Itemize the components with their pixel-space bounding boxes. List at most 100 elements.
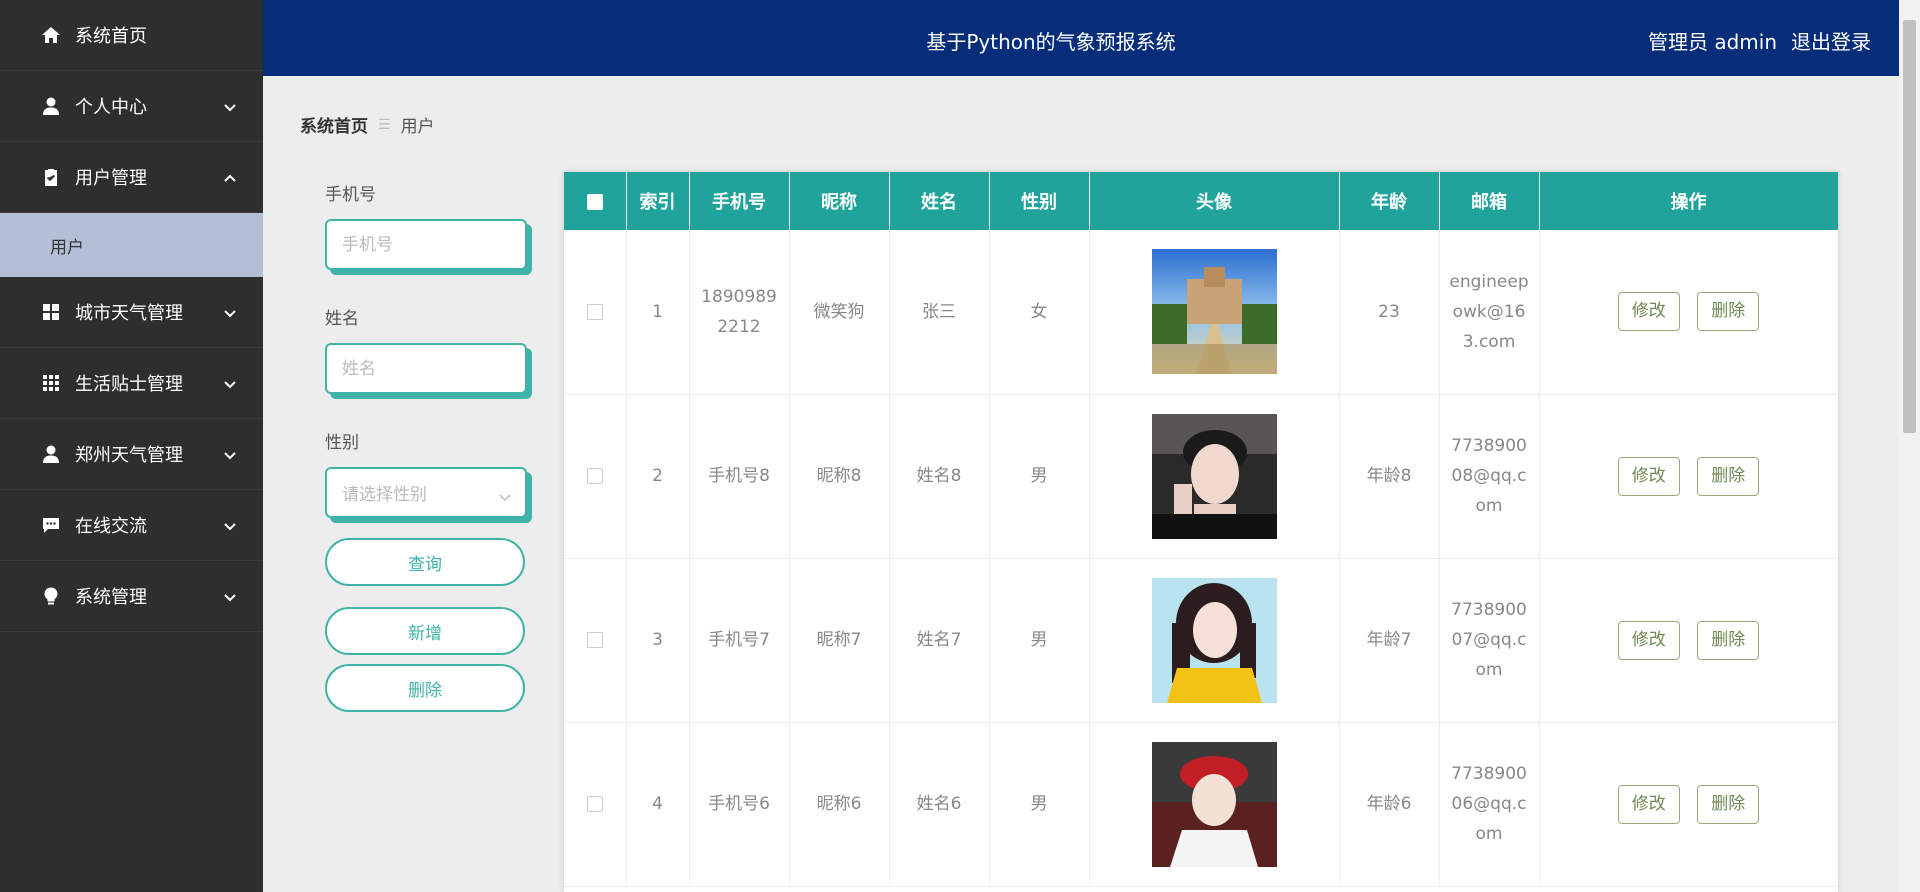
sidebar-item-online-chat[interactable]: 在线交流 xyxy=(0,490,263,561)
row-checkbox[interactable] xyxy=(586,303,603,320)
nickname-cell: 昵称6 xyxy=(789,722,890,887)
sidebar-item-label: 郑州天气管理 xyxy=(75,445,183,466)
row-checkbox[interactable] xyxy=(586,632,603,648)
table-row: 3 手机号7 昵称7 姓名7 男 年龄7 773890007@qq.com 修改… xyxy=(564,558,1838,723)
gender-label: 性别 xyxy=(325,433,359,453)
sidebar-item-label: 个人中心 xyxy=(75,97,147,118)
delete-button[interactable]: 删除 xyxy=(1697,292,1760,332)
sidebar-item-life-tips[interactable]: 生活贴士管理 xyxy=(0,348,263,419)
row-checkbox[interactable] xyxy=(586,468,603,484)
nickname-cell: 昵称8 xyxy=(789,394,890,559)
email-cell: 773890008@qq.com xyxy=(1439,394,1540,559)
home-icon xyxy=(41,25,61,45)
user-area: 管理员 admin 退出登录 xyxy=(1648,26,1871,55)
sidebar-item-city-weather[interactable]: 城市天气管理 xyxy=(0,277,263,348)
delete-button[interactable]: 删除 xyxy=(1697,784,1760,824)
actions-cell: 修改 删除 xyxy=(1539,394,1838,559)
table-row: 4 手机号6 昵称6 姓名6 男 年龄6 773890006@qq.com 修改… xyxy=(564,722,1838,887)
table-header-row: 索引 手机号 昵称 姓名 性别 头像 年龄 邮箱 操作 xyxy=(564,172,1838,230)
column-header: 头像 xyxy=(1089,172,1340,230)
page-scrollbar[interactable] xyxy=(1899,0,1920,892)
age-cell: 年龄6 xyxy=(1339,722,1440,887)
edit-button[interactable]: 修改 xyxy=(1617,292,1680,332)
sidebar-item-label: 城市天气管理 xyxy=(75,303,183,324)
sidebar-subitem-users[interactable]: 用户 xyxy=(0,213,263,277)
age-cell: 23 xyxy=(1339,230,1440,395)
email-cell: 773890007@qq.com xyxy=(1439,558,1540,723)
phone-cell: 18909892212 xyxy=(689,230,790,395)
name-label: 姓名 xyxy=(325,309,359,329)
row-checkbox-cell xyxy=(564,394,627,559)
sidebar-item-label: 系统首页 xyxy=(75,26,147,47)
app-title: 基于Python的气象预报系统 xyxy=(926,30,1176,54)
sidebar-item-profile[interactable]: 个人中心 xyxy=(0,71,263,142)
scrollbar-thumb[interactable] xyxy=(1903,20,1916,433)
chat-icon xyxy=(41,515,61,535)
breadcrumb-current: 用户 xyxy=(400,117,435,137)
column-header: 年龄 xyxy=(1339,172,1440,230)
name-cell: 姓名7 xyxy=(889,558,990,723)
gender-cell: 男 xyxy=(989,722,1090,887)
sidebar-item-system-management[interactable]: 系统管理 xyxy=(0,561,263,632)
delete-button[interactable]: 删除 xyxy=(1697,456,1760,496)
edit-button[interactable]: 修改 xyxy=(1617,784,1680,824)
index-cell: 4 xyxy=(626,722,690,887)
clipboard-icon xyxy=(41,167,61,187)
chevron-down-icon xyxy=(223,305,237,319)
index-cell: 3 xyxy=(626,558,690,723)
breadcrumb-home[interactable]: 系统首页 xyxy=(300,112,368,137)
name-input[interactable] xyxy=(342,358,512,379)
user-table-container: 索引 手机号 昵称 姓名 性别 头像 年龄 邮箱 操作 1 1890989221… xyxy=(564,172,1838,892)
user-table: 索引 手机号 昵称 姓名 性别 头像 年龄 邮箱 操作 1 1890989221… xyxy=(564,172,1838,887)
chevron-down-icon xyxy=(223,518,237,532)
phone-field: 手机号 xyxy=(325,180,530,270)
nickname-cell: 昵称7 xyxy=(789,558,890,723)
select-all-cell[interactable] xyxy=(564,172,627,230)
avatar-cell xyxy=(1089,394,1340,559)
query-button[interactable]: 查询 xyxy=(325,538,525,586)
name-field: 姓名 xyxy=(325,304,530,394)
avatar-cell xyxy=(1089,230,1340,395)
sidebar-item-label: 系统管理 xyxy=(75,587,147,608)
column-header: 手机号 xyxy=(689,172,790,230)
row-checkbox-cell xyxy=(564,230,627,395)
row-checkbox[interactable] xyxy=(586,796,603,812)
gender-field: 性别 请选择性别 xyxy=(325,428,530,518)
column-header: 邮箱 xyxy=(1439,172,1540,230)
select-all-checkbox[interactable] xyxy=(586,193,603,210)
sidebar-item-zhengzhou-weather[interactable]: 郑州天气管理 xyxy=(0,419,263,490)
edit-button[interactable]: 修改 xyxy=(1617,456,1680,496)
index-cell: 1 xyxy=(626,230,690,395)
column-header: 索引 xyxy=(626,172,690,230)
batch-delete-button[interactable]: 删除 xyxy=(325,664,525,712)
avatar-image-portrait xyxy=(1151,413,1277,539)
edit-button[interactable]: 修改 xyxy=(1617,620,1680,660)
column-header: 姓名 xyxy=(889,172,990,230)
chevron-down-icon xyxy=(499,488,511,501)
gender-cell: 女 xyxy=(989,230,1090,395)
phone-input[interactable] xyxy=(342,234,512,255)
table-row: 2 手机号8 昵称8 姓名8 男 年龄8 773890008@qq.com 修改… xyxy=(564,394,1838,559)
gender-cell: 男 xyxy=(989,394,1090,559)
gender-cell: 男 xyxy=(989,558,1090,723)
search-form: 手机号 姓名 性别 请选择性别 查询 新增 删除 xyxy=(325,180,530,721)
column-header: 性别 xyxy=(989,172,1090,230)
index-cell: 2 xyxy=(626,394,690,559)
row-checkbox-cell xyxy=(564,722,627,887)
avatar-cell xyxy=(1089,722,1340,887)
name-cell: 姓名8 xyxy=(889,394,990,559)
sidebar-item-user-management[interactable]: 用户管理 xyxy=(0,142,263,213)
actions-cell: 修改 删除 xyxy=(1539,722,1838,887)
table-row: 1 18909892212 微笑狗 张三 女 23 engineepowk@16… xyxy=(564,230,1838,395)
chevron-down-icon xyxy=(223,376,237,390)
add-button[interactable]: 新增 xyxy=(325,607,525,655)
age-cell: 年龄8 xyxy=(1339,394,1440,559)
sidebar-subitem-label: 用户 xyxy=(50,237,84,258)
avatar-cell xyxy=(1089,558,1340,723)
logout-link[interactable]: 退出登录 xyxy=(1791,26,1871,55)
phone-cell: 手机号7 xyxy=(689,558,790,723)
grid-icon xyxy=(41,302,61,322)
chevron-down-icon xyxy=(223,447,237,461)
gender-select[interactable]: 请选择性别 xyxy=(325,467,527,518)
delete-button[interactable]: 删除 xyxy=(1697,620,1760,660)
